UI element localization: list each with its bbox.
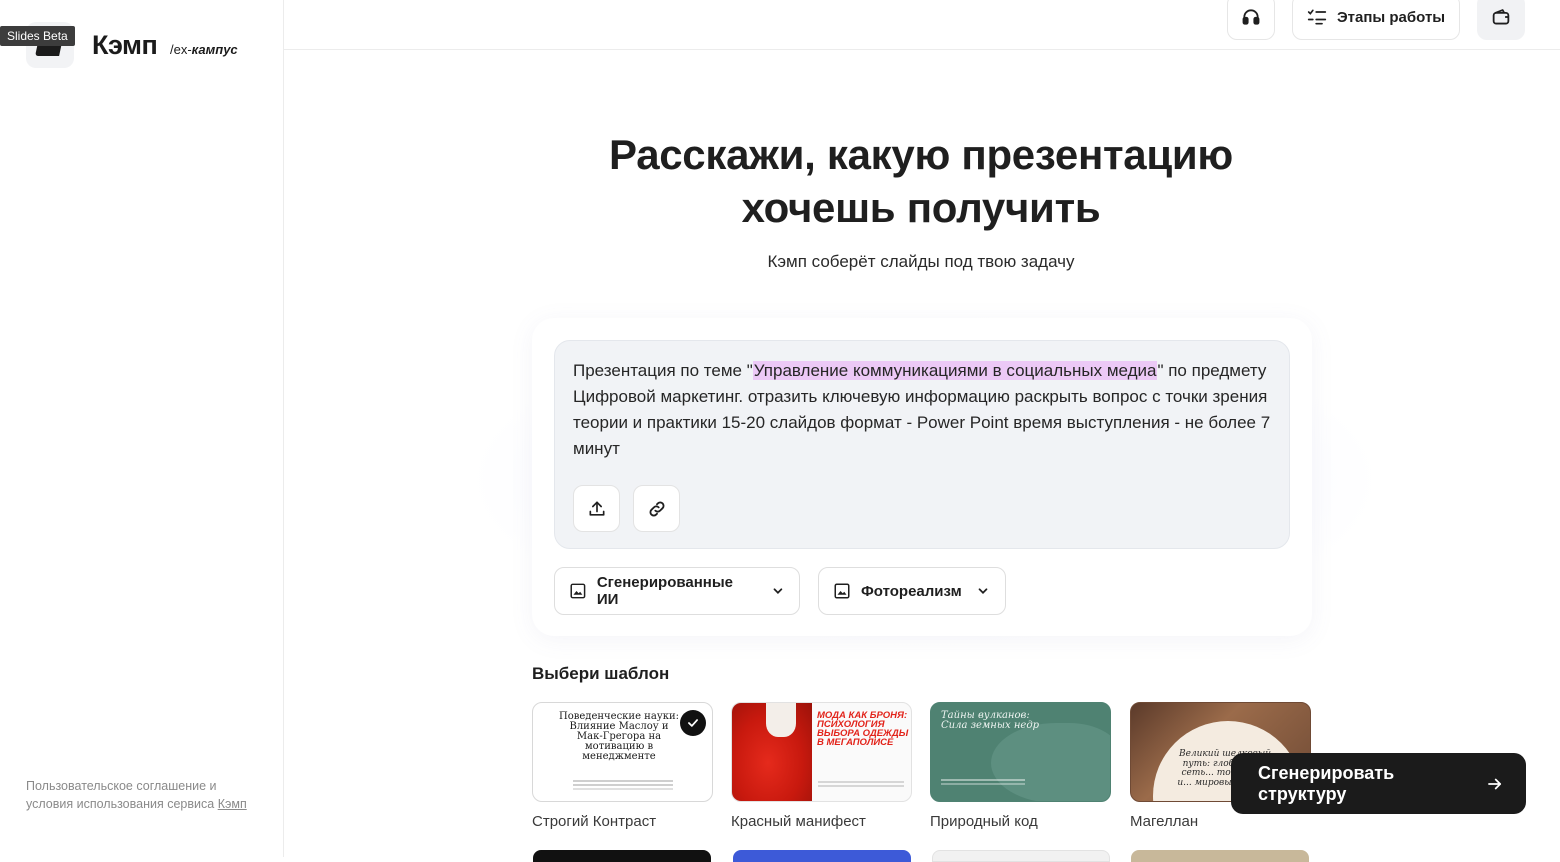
link-button[interactable] [633, 485, 680, 532]
selected-check-icon [680, 710, 706, 736]
chevron-down-icon [773, 588, 783, 594]
prompt-text-before: Презентация по теме " [573, 361, 753, 380]
prompt-text[interactable]: Презентация по теме "Управление коммуник… [573, 358, 1273, 462]
brand-subtitle: /ex-кампус [170, 42, 238, 57]
style-select-label: Фотореализм [861, 582, 962, 600]
beta-tag: Slides Beta [0, 26, 75, 46]
template-preview-text [941, 779, 1025, 781]
prompt-input[interactable]: Презентация по теме "Управление коммуник… [554, 340, 1290, 549]
checklist-icon [1307, 9, 1327, 25]
brand-sub-prefix: /ex- [170, 42, 192, 57]
template-card-red-manifest[interactable]: МОДА КАК БРОНЯ: ПСИХОЛОГИЯ ВЫБОРА ОДЕЖДЫ… [731, 702, 912, 802]
template-card-peek[interactable] [932, 850, 1110, 862]
page-subtitle: Кэмп соберёт слайды под твою задачу [767, 252, 1075, 271]
template-card-peek[interactable] [533, 850, 711, 862]
top-bar: Этапы работы [284, 0, 1560, 50]
wallet-icon [1492, 9, 1510, 25]
images-select-label: Сгенерированные ИИ [596, 574, 733, 608]
arrow-right-icon [1488, 778, 1502, 789]
template-preview-photo [732, 703, 812, 801]
legal-text: Пользовательское соглашение и условия ис… [26, 779, 217, 811]
template-preview-text [818, 781, 904, 783]
generate-structure-label: Сгенерировать структуру [1258, 762, 1395, 804]
prompt-card: Презентация по теме "Управление коммуник… [532, 318, 1312, 636]
stages-button[interactable]: Этапы работы [1292, 0, 1460, 40]
template-card-strict-contrast[interactable]: Поведенческие науки: Влияние Маслоу и Ма… [532, 702, 713, 802]
templates-title: Выбери шаблон [532, 664, 670, 683]
images-select[interactable]: Сгенерированные ИИ [554, 567, 800, 615]
page-title: Расскажи, какую презентацию хочешь получ… [560, 128, 1282, 234]
upload-icon [589, 501, 604, 516]
template-card-nature-code[interactable]: Тайны вулканов: Сила земных недр [930, 702, 1111, 802]
legal-link[interactable]: Кэмп [218, 795, 247, 813]
template-card-peek[interactable] [1131, 850, 1309, 862]
template-name[interactable]: Строгий Контраст [532, 813, 656, 830]
brand-sub-name: кампус [191, 42, 238, 57]
wallet-button[interactable] [1477, 0, 1525, 40]
style-select[interactable]: Фотореализм [818, 567, 1006, 615]
brand-name[interactable]: Кэмп [92, 30, 158, 61]
image-icon [570, 583, 586, 599]
link-icon [649, 501, 664, 516]
template-name[interactable]: Природный код [930, 813, 1038, 830]
sidebar: Slides Beta Кэмп /ex-кампус Пользователь… [0, 0, 284, 857]
image-icon [834, 583, 850, 599]
stages-label: Этапы работы [1337, 8, 1446, 26]
template-preview-title: Поведенческие науки: Влияние Маслоу и Ма… [559, 711, 679, 762]
template-preview-text [573, 780, 673, 782]
page-title-line2: хочешь получить [741, 184, 1101, 231]
chevron-down-icon [978, 588, 988, 594]
support-button[interactable] [1227, 0, 1275, 40]
prompt-highlight: Управление коммуникациями в социальных м… [752, 361, 1158, 380]
generate-structure-button[interactable]: Сгенерировать структуру [1231, 753, 1526, 814]
page-title-line1: Расскажи, какую презентацию [609, 131, 1233, 178]
template-preview-title: МОДА КАК БРОНЯ: ПСИХОЛОГИЯ ВЫБОРА ОДЕЖДЫ… [817, 710, 909, 748]
legal-notice: Пользовательское соглашение и условия ис… [26, 777, 256, 813]
template-preview-map [991, 723, 1110, 801]
template-name[interactable]: Магеллан [1130, 813, 1198, 830]
headphones-icon [1242, 9, 1260, 25]
upload-button[interactable] [573, 485, 620, 532]
template-card-peek[interactable] [733, 850, 911, 862]
template-preview-title: Тайны вулканов: Сила земных недр [941, 710, 1040, 731]
template-name[interactable]: Красный манифест [731, 813, 866, 830]
